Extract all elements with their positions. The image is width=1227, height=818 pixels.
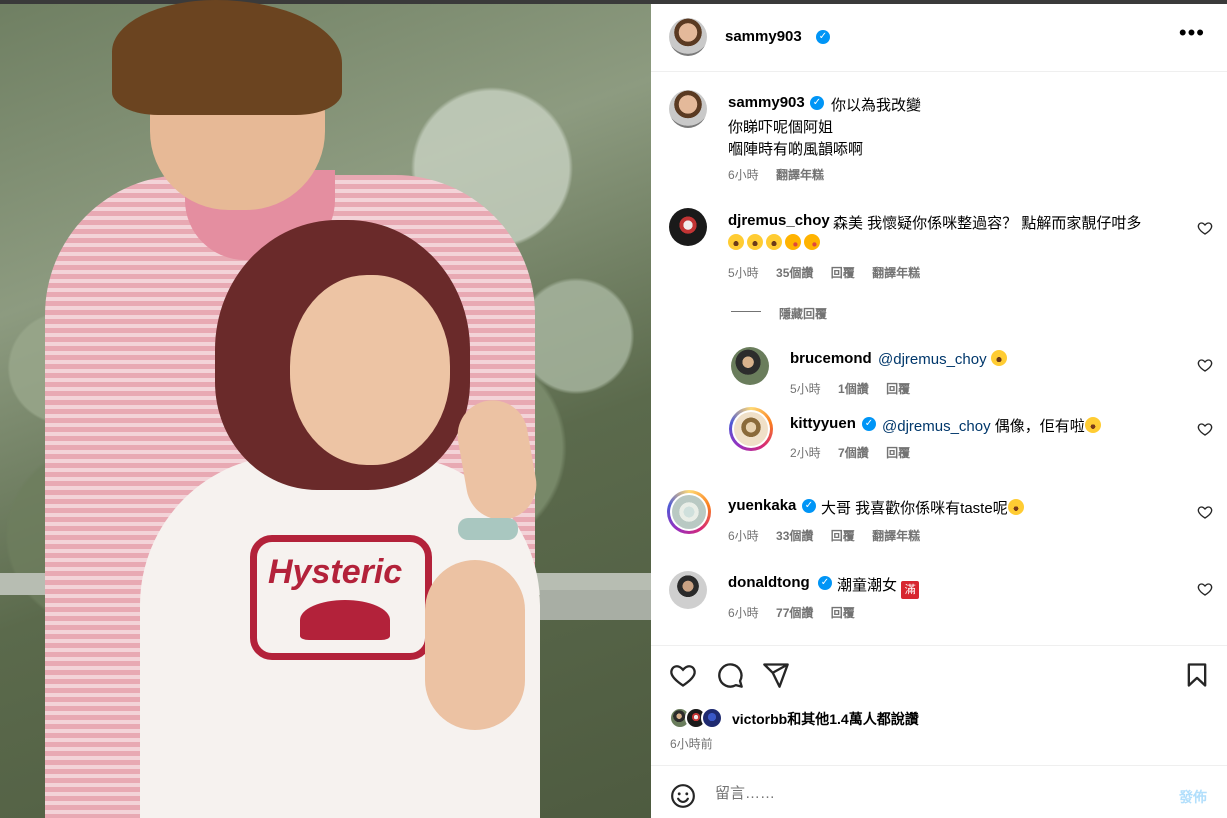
- hide-replies-line: [731, 311, 761, 312]
- comment-username[interactable]: djremus_choy: [728, 212, 830, 229]
- comment-time: 6小時: [728, 606, 759, 620]
- reply-time: 2小時: [790, 446, 821, 460]
- grinning-squinting-face-icon: [766, 234, 782, 250]
- comment-text: 大哥 我喜歡你係咪有taste呢: [821, 497, 1027, 518]
- post-comment-button[interactable]: 發佈: [1179, 787, 1207, 807]
- likes-summary-text: 和其他1.4萬人都說讚: [787, 711, 919, 727]
- photo-shirt-logo-text: Hysteric: [268, 553, 403, 591]
- caption-username[interactable]: sammy903: [728, 94, 805, 111]
- verified-badge-icon: ✓: [818, 576, 832, 590]
- reply-text: @djremus_choy 偶像，佢有啦: [882, 415, 1104, 436]
- reply-message: 偶像，佢有啦: [994, 418, 1085, 435]
- reply-reply-button[interactable]: 回覆: [886, 382, 910, 396]
- reply-mention-link[interactable]: @djremus_choy: [878, 351, 987, 368]
- caption-line-2: 你睇吓呢個阿姐: [728, 119, 834, 136]
- comment-time: 5小時: [728, 266, 759, 280]
- more-options-icon[interactable]: •••: [1179, 22, 1205, 44]
- verified-badge-icon: ✓: [802, 499, 816, 513]
- reply-avatar[interactable]: [734, 412, 768, 446]
- reply-meta: 2小時 7個讚 回覆: [790, 444, 924, 461]
- comment-translate-link[interactable]: 翻譯年糕: [872, 266, 920, 280]
- author-username[interactable]: sammy903: [725, 28, 802, 45]
- verified-badge-icon: ✓: [816, 30, 830, 44]
- comment-message: 潮童潮女: [837, 577, 898, 594]
- reply-username[interactable]: kittyyuen: [790, 415, 856, 432]
- post-timestamp[interactable]: 6小時前: [670, 735, 713, 752]
- comment-translate-link[interactable]: 翻譯年糕: [872, 529, 920, 543]
- save-bookmark-icon[interactable]: [1183, 661, 1211, 689]
- reply-avatar[interactable]: [731, 347, 769, 385]
- reply-like-heart-icon[interactable]: [1197, 357, 1213, 373]
- likes-summary[interactable]: victorbb和其他1.4萬人都說讚: [732, 709, 919, 729]
- grinning-squinting-face-icon: [990, 350, 1007, 366]
- emoji-picker-icon[interactable]: [670, 783, 696, 809]
- photo-woman-face: [290, 275, 450, 465]
- liker-avatar: [701, 707, 723, 729]
- reply-like-heart-icon[interactable]: [1197, 421, 1213, 437]
- caption-time: 6小時: [728, 168, 759, 182]
- grinning-squinting-face-icon: [747, 234, 763, 250]
- comment-avatar[interactable]: [669, 571, 707, 609]
- reply-username[interactable]: brucemond: [790, 350, 872, 367]
- post-header: sammy903 ✓ •••: [651, 4, 1227, 72]
- post-side-panel: sammy903 ✓ ••• sammy903 ✓ 你以為我改變 你睇吓呢個阿姐…: [651, 0, 1227, 818]
- reply-time: 5小時: [790, 382, 821, 396]
- photo-shirt-dinosaur: [300, 600, 390, 640]
- comment-avatar[interactable]: [669, 208, 707, 246]
- comment-message: 大哥 我喜歡你係咪有taste呢: [821, 500, 1008, 517]
- caption-meta: 6小時 翻譯年糕: [728, 166, 838, 183]
- caption-line-1: 你以為我改變: [831, 97, 922, 114]
- comment-likes-count[interactable]: 35個讚: [776, 266, 813, 280]
- likes-summary-user[interactable]: victorbb: [732, 711, 787, 727]
- reply-mention-link[interactable]: @djremus_choy: [882, 418, 991, 435]
- comment-text: 森美 我懷疑你係咪整過容？ 點解而家靚仔咁多: [833, 215, 1142, 232]
- face-blowing-kiss-icon: [804, 234, 820, 250]
- comment-bubble-icon[interactable]: [716, 661, 744, 689]
- caption-author-avatar[interactable]: [669, 90, 707, 128]
- verified-badge-icon: ✓: [810, 96, 824, 110]
- reply-likes-count[interactable]: 1個讚: [838, 382, 869, 396]
- comment-likes-count[interactable]: 77個讚: [776, 606, 813, 620]
- share-send-icon[interactable]: [762, 661, 790, 689]
- reply-text: @djremus_choy: [878, 350, 1010, 368]
- comment-meta: 6小時 33個讚 回覆 翻譯年糕: [728, 527, 934, 544]
- comment-username[interactable]: yuenkaka: [728, 497, 796, 514]
- photo-man-hair: [112, 0, 342, 115]
- author-avatar[interactable]: [669, 18, 707, 56]
- comment-input[interactable]: [715, 778, 1155, 808]
- comment-text: 潮童潮女 滿: [837, 574, 920, 599]
- reply-meta: 5小時 1個讚 回覆: [790, 380, 924, 397]
- photo-woman-arm: [425, 560, 525, 730]
- comment-like-heart-icon[interactable]: [1197, 220, 1213, 236]
- comment-reply-button[interactable]: 回覆: [831, 606, 855, 620]
- rolling-on-floor-laughing-icon: [1007, 499, 1024, 515]
- comment-like-heart-icon[interactable]: [1197, 581, 1213, 597]
- comment-avatar[interactable]: [672, 495, 706, 529]
- comment-likes-count[interactable]: 33個讚: [776, 529, 813, 543]
- likers-avatars[interactable]: [669, 707, 729, 729]
- like-heart-icon[interactable]: [669, 661, 697, 689]
- full-badge-icon: 滿: [901, 581, 920, 599]
- comment-reply-button[interactable]: 回覆: [831, 529, 855, 543]
- comment-emojis: [728, 234, 823, 252]
- caption-line-3: 嗰陣時有啲風韻㖭啊: [728, 141, 864, 158]
- caption-translate-link[interactable]: 翻譯年糕: [776, 168, 824, 182]
- comment-like-heart-icon[interactable]: [1197, 504, 1213, 520]
- comment-meta: 5小時 35個讚 回覆 翻譯年糕: [728, 264, 934, 281]
- reply-likes-count[interactable]: 7個讚: [838, 446, 869, 460]
- photo-railing: [540, 590, 651, 620]
- photo-woman-watch: [458, 518, 518, 540]
- rolling-on-floor-laughing-icon: [1084, 417, 1101, 433]
- comment-reply-button[interactable]: 回覆: [831, 266, 855, 280]
- verified-badge-icon: ✓: [862, 417, 876, 431]
- comment-meta: 6小時 77個讚 回覆: [728, 604, 869, 621]
- comment-time: 6小時: [728, 529, 759, 543]
- comment-username[interactable]: donaldtong: [728, 574, 810, 591]
- face-blowing-kiss-icon: [785, 234, 801, 250]
- grinning-squinting-face-icon: [728, 234, 744, 250]
- post-photo[interactable]: Hysteric: [0, 0, 651, 818]
- reply-reply-button[interactable]: 回覆: [886, 446, 910, 460]
- hide-replies-button[interactable]: 隱藏回覆: [779, 305, 827, 322]
